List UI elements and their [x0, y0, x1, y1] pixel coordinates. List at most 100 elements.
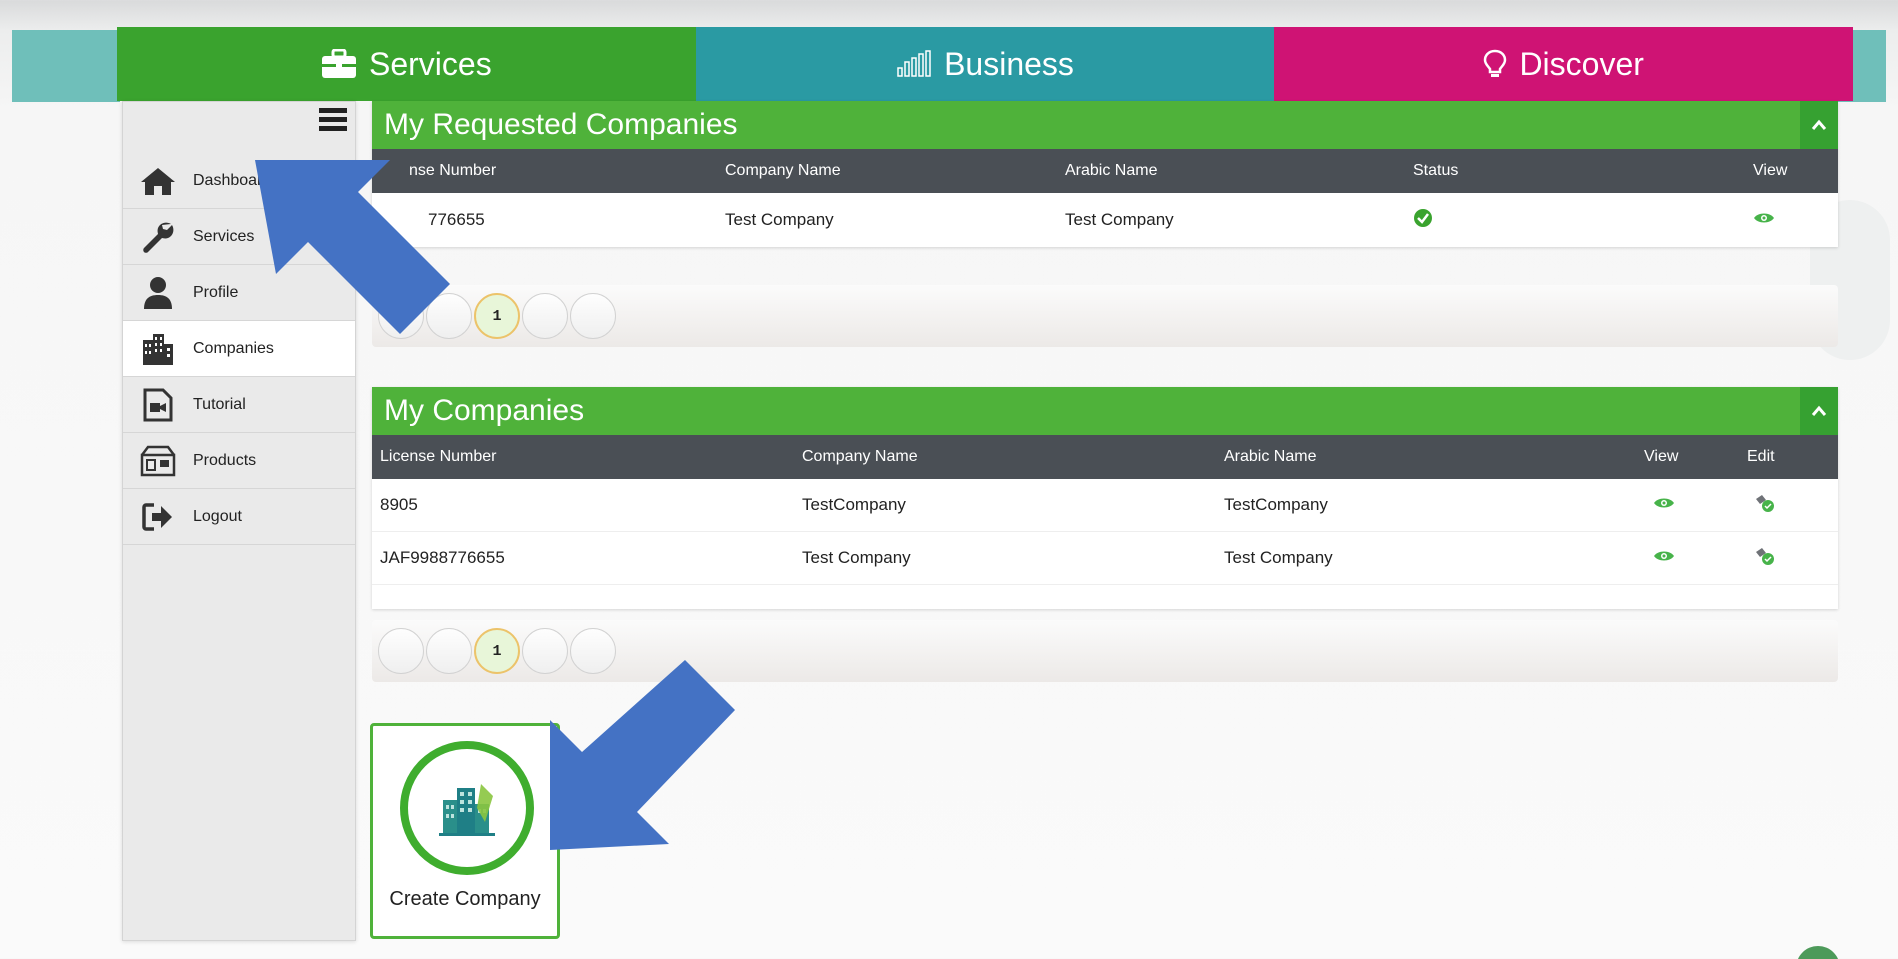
- company-name-cell: Test Company: [725, 210, 834, 229]
- chevron-up-icon: [1811, 119, 1827, 130]
- briefcase-icon: [321, 49, 356, 78]
- license-cell: 8905: [380, 495, 418, 514]
- page-prev-button[interactable]: [426, 293, 472, 339]
- column-header: nse Number: [409, 162, 497, 179]
- table-header: nse Number Company Name Arabic Name Stat…: [372, 149, 1838, 193]
- page-next-button[interactable]: [522, 628, 568, 674]
- sidebar-item-tutorial[interactable]: Tutorial: [123, 377, 355, 433]
- page-next-button[interactable]: [522, 293, 568, 339]
- floating-action-button[interactable]: [1796, 946, 1840, 959]
- eye-icon[interactable]: [1753, 211, 1775, 225]
- page-prev-button[interactable]: [426, 628, 472, 674]
- column-header: Edit: [1747, 448, 1775, 465]
- sidebar-item-label: Products: [193, 451, 257, 469]
- status-cell: [1405, 208, 1745, 233]
- page-current-button[interactable]: 1: [474, 293, 520, 339]
- table-row: 8905 TestCompany TestCompany: [372, 479, 1838, 532]
- column-header: Arabic Name: [1065, 162, 1158, 179]
- tab-business[interactable]: Business: [695, 27, 1275, 101]
- edit-cell: [1739, 546, 1838, 571]
- my-companies-panel: My Companies License Number Company Name…: [372, 387, 1838, 609]
- tab-label: Business: [944, 45, 1074, 82]
- collapse-button[interactable]: [1800, 387, 1838, 435]
- page-first-button[interactable]: [378, 628, 424, 674]
- page-last-button[interactable]: [570, 628, 616, 674]
- panel-title: My Requested Companies: [384, 108, 738, 141]
- annotation-arrow-icon: [550, 660, 735, 850]
- panel-header: My Requested Companies: [372, 101, 1838, 149]
- column-header: License Number: [380, 448, 497, 465]
- sidebar: Dashboard Services Profile Companies Tut…: [122, 101, 356, 941]
- sidebar-item-logout[interactable]: Logout: [123, 489, 355, 545]
- approved-check-icon: [1414, 208, 1432, 227]
- table-footer-spacer: [372, 585, 1838, 609]
- products-icon: [123, 445, 193, 477]
- column-header: Status: [1413, 162, 1459, 179]
- building-icon: [123, 332, 193, 366]
- sidebar-item-label: Logout: [193, 507, 242, 525]
- sidebar-item-label: Profile: [193, 283, 239, 301]
- wrench-icon: [123, 220, 193, 254]
- sidebar-item-services[interactable]: Services: [123, 209, 355, 265]
- arabic-name-cell: Test Company: [1224, 548, 1333, 567]
- table-row: JAF9988776655 Test Company Test Company: [372, 532, 1838, 585]
- page-current-button[interactable]: 1: [474, 628, 520, 674]
- column-header: View: [1753, 162, 1788, 179]
- arabic-name-cell: TestCompany: [1224, 495, 1328, 514]
- chevron-up-icon: [1811, 405, 1827, 416]
- view-cell: [1745, 210, 1838, 230]
- background-decoration: [12, 30, 120, 102]
- companies-pagination: 1: [372, 620, 1838, 682]
- eye-icon[interactable]: [1653, 549, 1675, 563]
- table-header: License Number Company Name Arabic Name …: [372, 435, 1838, 479]
- top-navigation: Services Business Discover: [117, 27, 1854, 101]
- column-header: Company Name: [802, 448, 918, 465]
- panel-title: My Companies: [384, 394, 585, 427]
- page-first-button[interactable]: [378, 293, 424, 339]
- logout-icon: [123, 502, 193, 532]
- tab-label: Discover: [1519, 45, 1644, 82]
- panel-header: My Companies: [372, 387, 1838, 435]
- column-header: Arabic Name: [1224, 448, 1317, 465]
- create-company-button[interactable]: Create Company: [370, 723, 560, 939]
- user-icon: [123, 276, 193, 310]
- tab-discover[interactable]: Discover: [1274, 27, 1854, 101]
- arabic-name-cell: Test Company: [1065, 210, 1174, 229]
- tab-services[interactable]: Services: [117, 27, 696, 101]
- create-company-label: Create Company: [389, 888, 541, 910]
- sidebar-item-profile[interactable]: Profile: [123, 265, 355, 321]
- company-name-cell: Test Company: [802, 548, 911, 567]
- home-icon: [123, 166, 193, 196]
- requested-pagination: 1: [372, 285, 1838, 347]
- license-cell: JAF9988776655: [380, 548, 505, 567]
- bar-chart-icon: [897, 50, 931, 77]
- edit-icon[interactable]: [1754, 546, 1776, 566]
- view-cell: [1636, 495, 1739, 515]
- sidebar-menu: Dashboard Services Profile Companies Tut…: [123, 153, 355, 545]
- tab-label: Services: [368, 45, 492, 82]
- column-header: Company Name: [725, 162, 841, 179]
- building-plus-icon: [439, 784, 495, 836]
- eye-icon[interactable]: [1653, 496, 1675, 510]
- table-row: 776655 Test Company Test Company: [372, 193, 1838, 247]
- sidebar-item-label: Tutorial: [193, 395, 246, 413]
- sidebar-item-label: Dashboard: [193, 171, 272, 189]
- hamburger-menu-icon[interactable]: [319, 108, 347, 136]
- video-file-icon: [123, 388, 193, 422]
- edit-cell: [1739, 493, 1838, 518]
- sidebar-item-companies[interactable]: Companies: [123, 321, 355, 377]
- sidebar-item-label: Companies: [193, 339, 274, 357]
- lightbulb-icon: [1484, 49, 1507, 77]
- create-company-icon-ring: [400, 741, 534, 875]
- column-header: View: [1644, 448, 1679, 465]
- edit-icon[interactable]: [1754, 493, 1776, 513]
- sidebar-item-products[interactable]: Products: [123, 433, 355, 489]
- sidebar-item-dashboard[interactable]: Dashboard: [123, 153, 355, 209]
- sidebar-item-label: Services: [193, 227, 255, 245]
- page-last-button[interactable]: [570, 293, 616, 339]
- collapse-button[interactable]: [1800, 101, 1838, 149]
- license-cell: 776655: [428, 210, 485, 229]
- view-cell: [1636, 548, 1739, 568]
- company-name-cell: TestCompany: [802, 495, 906, 514]
- requested-companies-panel: My Requested Companies nse Number Compan…: [372, 101, 1838, 247]
